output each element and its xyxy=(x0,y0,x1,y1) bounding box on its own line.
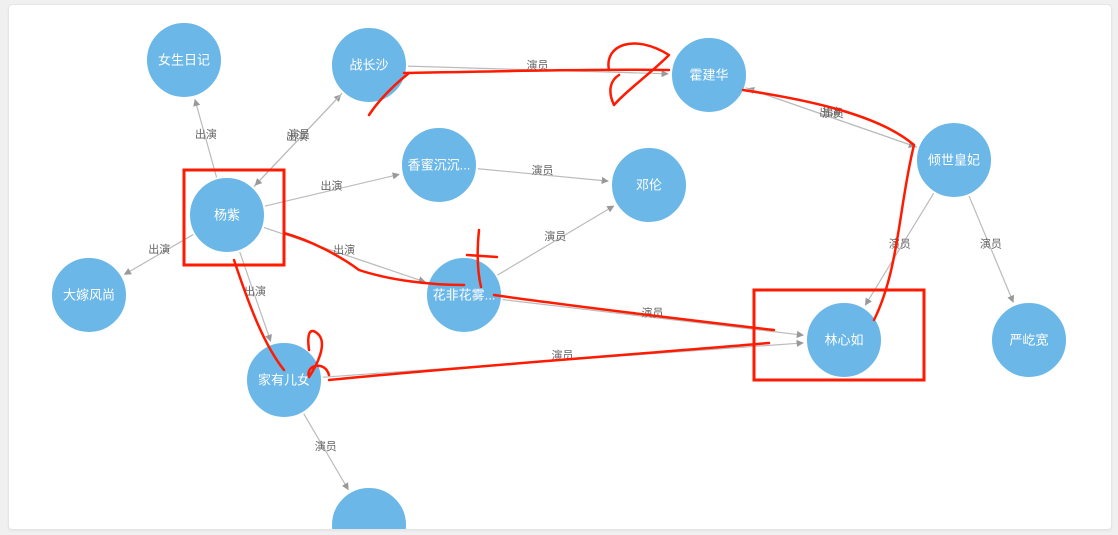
edge-label: 出演 xyxy=(195,127,217,141)
node-circle[interactable] xyxy=(671,37,747,113)
graph-node[interactable]: 大嫁风尚 xyxy=(51,257,127,333)
graph-node[interactable]: 严屹宽 xyxy=(991,302,1067,378)
nodes-layer: 女生日记 战长沙 霍建华倾世皇妃 香蜜沉沉... 邓伦 杨紫大嫁风尚 花非花雾... 林心如 严… xyxy=(51,22,1067,529)
node-circle[interactable] xyxy=(146,22,222,98)
node-circle[interactable] xyxy=(426,257,502,333)
edge-label: 演员 xyxy=(532,163,554,177)
edge-label: 演员 xyxy=(288,127,310,141)
graph-node[interactable]: 林心如 xyxy=(806,302,882,378)
graph-node[interactable] xyxy=(331,487,407,529)
edge-label: 演员 xyxy=(889,237,911,251)
graph-node[interactable]: 霍建华 xyxy=(671,37,747,113)
node-circle[interactable] xyxy=(189,177,265,253)
graph-node[interactable]: 花非花雾... xyxy=(426,257,502,333)
node-circle[interactable] xyxy=(916,122,992,198)
graph-node[interactable]: 战长沙 xyxy=(331,27,407,103)
graph-node[interactable]: 香蜜沉沉... xyxy=(401,127,477,203)
edge-label: 出演 xyxy=(321,178,343,192)
edge-label: 演员 xyxy=(980,237,1002,251)
edge-label: 演员 xyxy=(544,229,566,243)
node-circle[interactable] xyxy=(331,27,407,103)
graph-card: 出演出演出演出演出演出演演员演员演员演员演员演员演员演员演员演员出演 女生日记战… xyxy=(8,4,1112,530)
node-circle[interactable] xyxy=(611,147,687,223)
node-circle[interactable] xyxy=(51,257,127,333)
node-circle[interactable] xyxy=(401,127,477,203)
node-circle[interactable] xyxy=(991,302,1067,378)
node-circle[interactable] xyxy=(331,487,407,529)
knowledge-graph[interactable]: 出演出演出演出演出演出演演员演员演员演员演员演员演员演员演员演员出演 女生日记战… xyxy=(9,5,1111,529)
edge-label: 演员 xyxy=(315,439,337,453)
graph-node[interactable]: 倾世皇妃 xyxy=(916,122,992,198)
edge-label: 出演 xyxy=(148,242,170,256)
edges-layer: 出演出演出演出演出演出演演员演员演员演员演员演员演员演员演员演员出演 xyxy=(124,58,1013,490)
graph-node[interactable]: 女生日记 xyxy=(146,22,222,98)
graph-node[interactable]: 家有儿女 xyxy=(246,342,322,418)
node-circle[interactable] xyxy=(806,302,882,378)
graph-node[interactable]: 邓伦 xyxy=(611,147,687,223)
graph-node[interactable]: 杨紫 xyxy=(189,177,265,253)
node-circle[interactable] xyxy=(246,342,322,418)
